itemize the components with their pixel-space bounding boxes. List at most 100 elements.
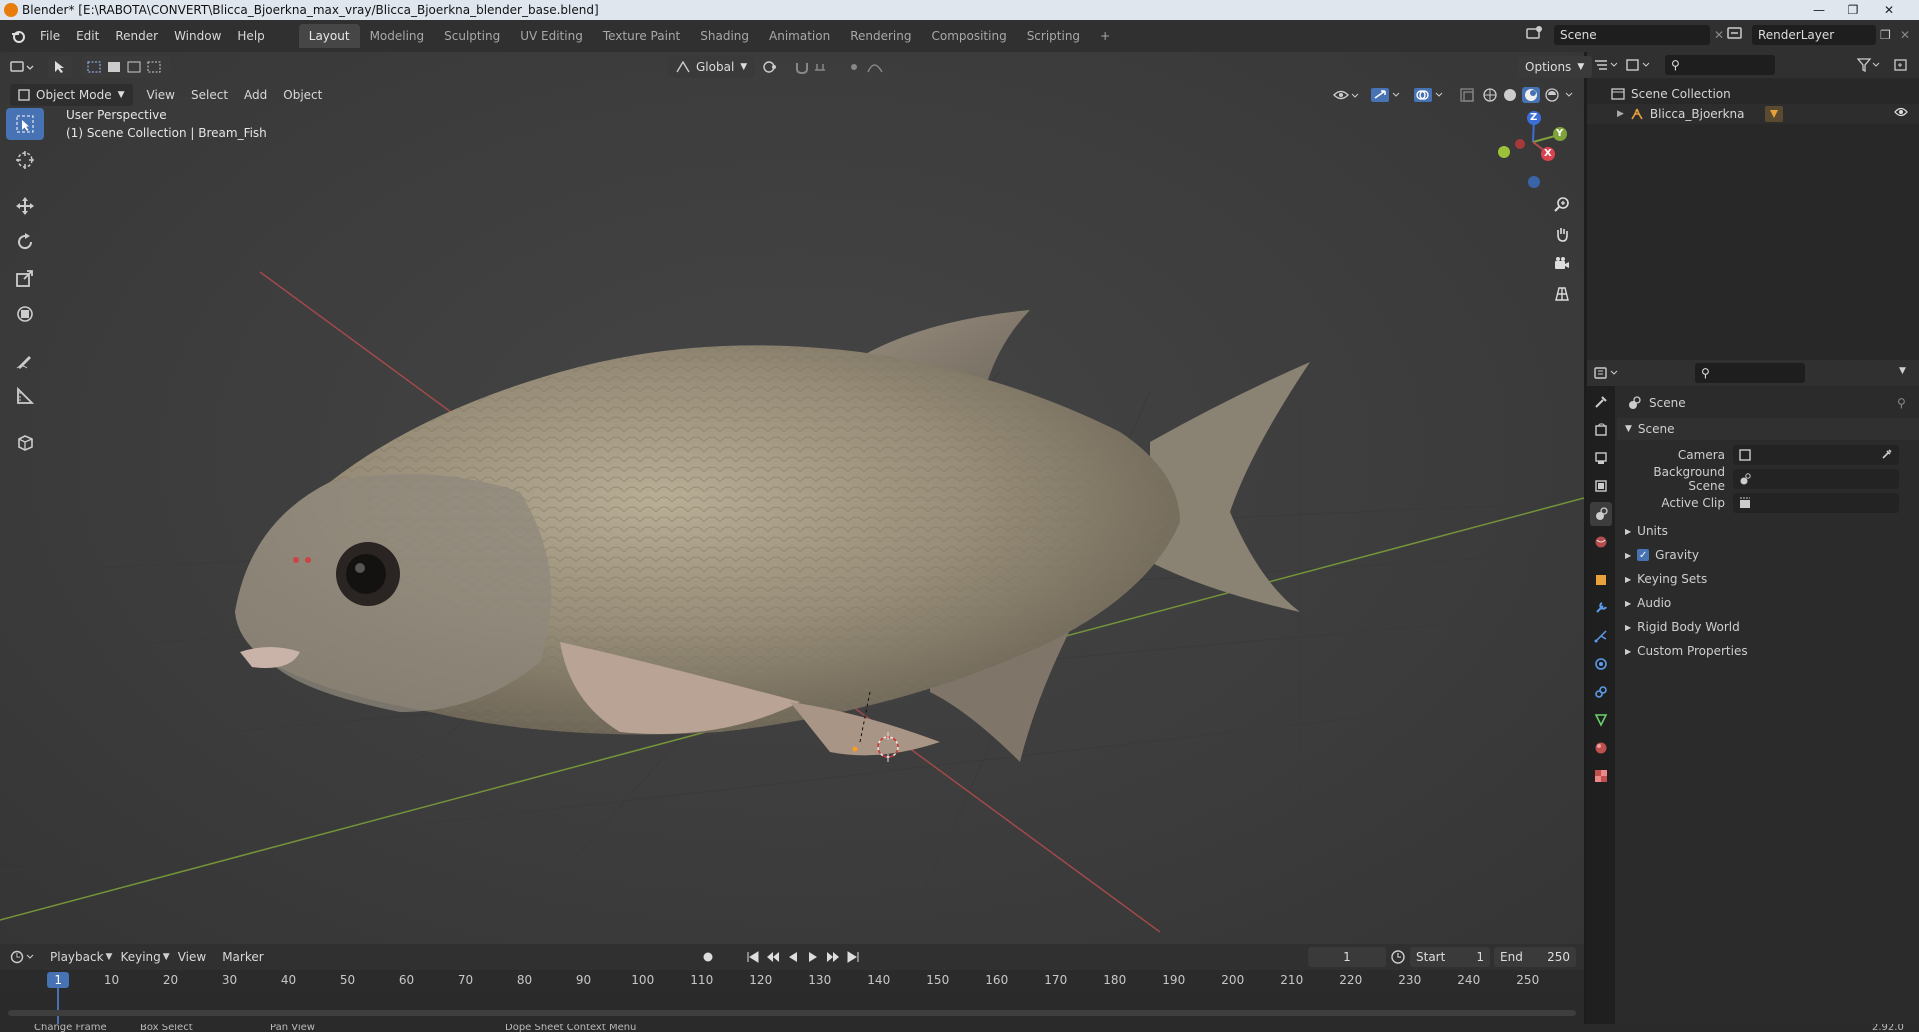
play-icon[interactable] [806,950,820,967]
outliner-row-scene-collection[interactable]: Scene Collection [1587,84,1919,104]
tab-shading[interactable]: Shading [690,24,759,48]
tab-scripting[interactable]: Scripting [1017,24,1090,48]
transform-orientation-dropdown[interactable]: Global ▼ [668,56,756,78]
timeline-menu-view[interactable]: View [170,945,214,969]
clock-icon[interactable] [1390,949,1406,968]
gravity-checkbox[interactable]: ✓ [1637,549,1650,561]
camera-field[interactable] [1733,445,1899,465]
rotate-tool-icon[interactable] [6,226,44,258]
menu-render[interactable]: Render [107,24,166,48]
tab-rendering[interactable]: Rendering [840,24,921,48]
timeline-menu-playback[interactable]: Playback [42,945,112,969]
shading-modes[interactable] [1482,84,1578,106]
outliner[interactable]: ⚲ Scene Collection ▶ Blicca_Bjoerkna [1587,52,1919,358]
add-workspace-icon[interactable]: + [1090,24,1120,48]
object-tab-icon[interactable] [1590,568,1612,592]
object-mode-dropdown[interactable]: Object Mode ▼ [10,84,133,106]
mesh-data-icon[interactable] [1764,106,1783,122]
pin-icon[interactable]: ⚲ [1897,396,1906,410]
timeline-scrollbar[interactable] [8,1010,1576,1016]
rigid-body-world-section[interactable]: ▶ Rigid Body World [1617,616,1919,638]
copy-layer-icon[interactable]: ❐ [1880,28,1891,42]
gizmo-toggle-icon[interactable] [1368,84,1402,106]
properties-search-input[interactable]: ⚲ [1695,363,1805,383]
gravity-section[interactable]: ▶ ✓ Gravity [1617,544,1919,566]
selection-modes[interactable] [82,56,170,78]
measure-tool-icon[interactable] [6,380,44,412]
xray-toggle-icon[interactable] [1458,84,1476,106]
tab-uv-editing[interactable]: UV Editing [510,24,593,48]
timeline[interactable]: Playback ▼ Keying ▼ View Marker 1 Start … [0,944,1584,1024]
menu-edit[interactable]: Edit [68,24,107,48]
blender-menu-icon[interactable] [10,28,26,44]
cursor-tool-icon[interactable] [6,144,44,176]
overlays-toggle-icon[interactable] [1410,84,1446,106]
filter-icon[interactable] [1857,58,1881,72]
material-tab-icon[interactable] [1590,736,1612,760]
tab-compositing[interactable]: Compositing [921,24,1016,48]
close-icon[interactable]: ✕ [1872,0,1906,20]
viewport-menu-object[interactable]: Object [275,83,330,107]
camera-view-icon[interactable] [1550,252,1574,276]
tool-tab-icon[interactable] [1590,390,1612,414]
background-scene-field[interactable] [1733,469,1899,489]
jump-end-icon[interactable] [846,950,860,967]
object-data-tab-icon[interactable] [1590,708,1612,732]
timeline-menu-keying[interactable]: Keying [112,945,168,969]
jump-start-icon[interactable] [746,950,760,967]
options-dropdown[interactable]: Options ▼ [1517,56,1593,78]
chevron-down-icon[interactable]: ▼ [1899,366,1906,376]
zoom-icon[interactable] [1550,192,1574,216]
tab-sculpting[interactable]: Sculpting [434,24,510,48]
proportional-editing-icon[interactable] [846,56,890,78]
constraints-tab-icon[interactable] [1590,680,1612,704]
world-tab-icon[interactable] [1590,530,1612,554]
visibility-eye-icon[interactable] [1894,106,1908,121]
viewport-menu-add[interactable]: Add [236,83,275,107]
annotate-tool-icon[interactable] [6,344,44,376]
units-section[interactable]: ▶ Units [1617,520,1919,542]
record-icon[interactable] [702,951,714,966]
display-mode-icon[interactable] [1625,58,1651,72]
frame-ruler[interactable]: 1 10 20 30 40 50 60 70 80 90 100 110 120 130 140 150 160… [0,970,1584,1024]
eyedropper-icon[interactable] [1881,448,1893,463]
scene-selector[interactable]: Scene [1554,25,1710,45]
output-tab-icon[interactable] [1590,446,1612,470]
properties-editor[interactable]: ⚲ ▼ Scene ⚲ ▼ Scene Camera Background Sc… [1587,360,1919,1032]
timeline-menu-marker[interactable]: Marker [214,945,271,969]
add-cube-tool-icon[interactable] [6,426,44,458]
physics-tab-icon[interactable] [1590,652,1612,676]
visibility-toggle-icon[interactable] [1330,84,1362,106]
keying-sets-section[interactable]: ▶ Keying Sets [1617,568,1919,590]
scene-panel-header[interactable]: ▼ Scene [1617,418,1919,440]
properties-editor-icon[interactable] [1593,366,1619,380]
transform-tool-icon[interactable] [6,298,44,330]
outliner-row-object[interactable]: ▶ Blicca_Bjoerkna [1587,104,1919,124]
editor-type-icon[interactable] [10,59,34,75]
pan-hand-icon[interactable] [1550,222,1574,246]
fish-model[interactable] [235,310,1310,762]
view-layer-tab-icon[interactable] [1590,474,1612,498]
menu-window[interactable]: Window [166,24,229,48]
play-reverse-icon[interactable] [786,950,800,967]
move-tool-icon[interactable] [6,190,44,222]
tab-animation[interactable]: Animation [759,24,840,48]
render-tab-icon[interactable] [1590,418,1612,442]
end-frame-field[interactable]: End 250 [1494,947,1576,967]
select-box-icon[interactable] [6,108,44,140]
custom-properties-section[interactable]: ▶ Custom Properties [1617,640,1919,662]
viewport-menu-view[interactable]: View [139,83,183,107]
outliner-editor-icon[interactable] [1593,58,1619,72]
timeline-editor-icon[interactable] [10,950,36,964]
scene-tab-icon[interactable] [1590,502,1612,526]
prev-keyframe-icon[interactable] [766,950,780,967]
start-frame-field[interactable]: Start 1 [1410,947,1490,967]
menu-file[interactable]: File [32,24,68,48]
audio-section[interactable]: ▶ Audio [1617,592,1919,614]
scale-tool-icon[interactable] [6,262,44,294]
modifier-tab-icon[interactable] [1590,596,1612,620]
remove-scene-icon[interactable]: ✕ [1714,28,1724,42]
3d-viewport[interactable]: Z Y X User Perspective (1) Scene Collect… [0,52,1584,944]
renderlayer-selector[interactable]: RenderLayer [1752,25,1876,45]
texture-tab-icon[interactable] [1590,764,1612,788]
